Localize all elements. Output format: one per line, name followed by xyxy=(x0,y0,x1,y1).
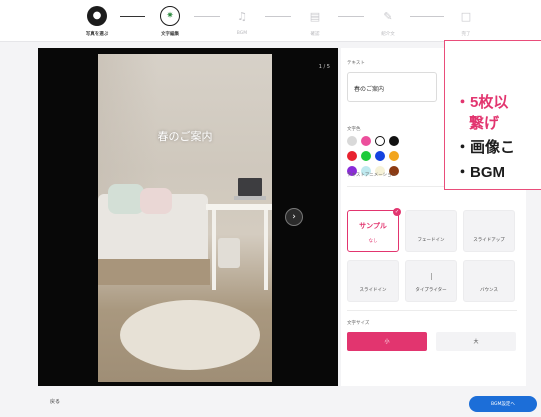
step-connector xyxy=(194,16,220,17)
photo-pillow xyxy=(108,184,144,214)
photo-desk-leg xyxy=(212,210,216,290)
text-input[interactable]: 春のご案内 xyxy=(347,72,437,102)
step-connector xyxy=(410,16,444,17)
color-swatch[interactable] xyxy=(347,151,357,161)
back-button[interactable]: 戻る xyxy=(50,398,60,405)
color-swatch[interactable] xyxy=(389,151,399,161)
step-label: 確認 xyxy=(310,32,320,37)
cursor-icon xyxy=(431,273,432,280)
animation-title: スライドイン xyxy=(359,288,387,293)
document-icon: □ xyxy=(460,9,472,23)
camera-icon: ● xyxy=(87,6,107,26)
animation-title: スライドアップ xyxy=(473,238,505,243)
animation-option-typewriter[interactable]: タイプライター xyxy=(405,260,457,302)
animation-option-slide-up[interactable]: スライドアップ xyxy=(463,210,515,252)
animation-option-sample[interactable]: ✓ サンプル なし xyxy=(347,208,401,252)
step-label: 文字編集 xyxy=(161,32,179,37)
photo-laptop-base xyxy=(234,196,266,200)
check-icon: ✓ xyxy=(393,208,401,216)
section-divider xyxy=(347,310,517,311)
photo-stool xyxy=(218,238,240,268)
photo-laptop xyxy=(238,178,262,196)
page-counter: 1 / 5 xyxy=(318,64,330,70)
annotation-callout: ・5枚以 繋げ ・画像こ ・BGM xyxy=(444,40,541,190)
callout-line: ・BGM xyxy=(455,164,505,181)
animation-title: フェードイン xyxy=(417,238,445,243)
color-section-label: 文字色 xyxy=(347,127,361,132)
step-connector xyxy=(120,16,145,17)
music-note-icon: ♫ xyxy=(237,9,247,23)
animation-option-bounce[interactable]: バウンス xyxy=(463,260,515,302)
step-label: 写真を選ぶ xyxy=(85,32,109,37)
color-swatch[interactable] xyxy=(389,136,399,146)
next-bgm-button[interactable]: BGM設定へ xyxy=(469,396,537,412)
size-small-button[interactable]: 小 xyxy=(347,332,427,351)
animation-title: バウンス xyxy=(480,288,498,293)
callout-line: ・5枚以 xyxy=(455,94,509,111)
color-swatch-selected[interactable] xyxy=(375,136,385,146)
next-slide-button[interactable]: › xyxy=(285,208,303,226)
animation-sub: なし xyxy=(368,239,378,244)
step-intro[interactable]: ✎ 紹介文 xyxy=(368,6,408,38)
color-swatch[interactable] xyxy=(375,151,385,161)
photo-desk-leg xyxy=(264,210,268,290)
step-text-edit[interactable]: ✷ 文字編集 xyxy=(150,6,190,37)
step-connector xyxy=(265,16,291,17)
photo-rug xyxy=(120,300,260,370)
animation-title: タイプライター xyxy=(415,288,447,293)
chevron-right-icon: › xyxy=(292,212,296,222)
animation-option-fade-in[interactable]: フェードイン xyxy=(405,210,457,252)
step-label: 紹介文 xyxy=(381,32,395,37)
animation-option-slide-in[interactable]: スライドイン xyxy=(347,260,399,302)
progress-stepper: ● 写真を選ぶ ✷ 文字編集 ♫ BGM ▤ 確認 ✎ 紹介文 □ 完了 xyxy=(0,0,541,42)
color-swatch[interactable] xyxy=(347,136,357,146)
overlay-title[interactable]: 春のご案内 xyxy=(98,128,272,144)
step-bgm[interactable]: ♫ BGM xyxy=(222,6,262,37)
photo-bed-frame xyxy=(98,259,210,285)
room-photo[interactable]: 春のご案内 xyxy=(98,54,272,382)
step-select-photos[interactable]: ● 写真を選ぶ xyxy=(77,6,117,37)
callout-line: ・画像こ xyxy=(455,139,516,156)
animation-title: サンプル xyxy=(359,222,387,230)
color-swatch[interactable] xyxy=(361,151,371,161)
size-large-button[interactable]: 大 xyxy=(436,332,516,351)
step-confirm[interactable]: ▤ 確認 xyxy=(295,6,335,38)
checklist-icon: ▤ xyxy=(309,9,321,23)
step-label: BGM xyxy=(236,31,248,36)
pen-icon: ✎ xyxy=(383,9,393,23)
size-section-label: 文字サイズ xyxy=(347,321,370,326)
photo-pillow xyxy=(140,188,172,214)
color-swatch[interactable] xyxy=(361,136,371,146)
preview-canvas: 春のご案内 1 / 5 › xyxy=(38,48,338,386)
text-edit-icon: ✷ xyxy=(160,6,180,26)
animation-section-label: テキストアニメーション xyxy=(347,173,397,178)
step-connector xyxy=(338,16,364,17)
step-complete[interactable]: □ 完了 xyxy=(446,6,486,38)
callout-line: 繋げ xyxy=(469,115,500,132)
step-label: 完了 xyxy=(461,32,471,37)
text-section-label: テキスト xyxy=(347,61,365,66)
footer-bar xyxy=(0,388,541,417)
